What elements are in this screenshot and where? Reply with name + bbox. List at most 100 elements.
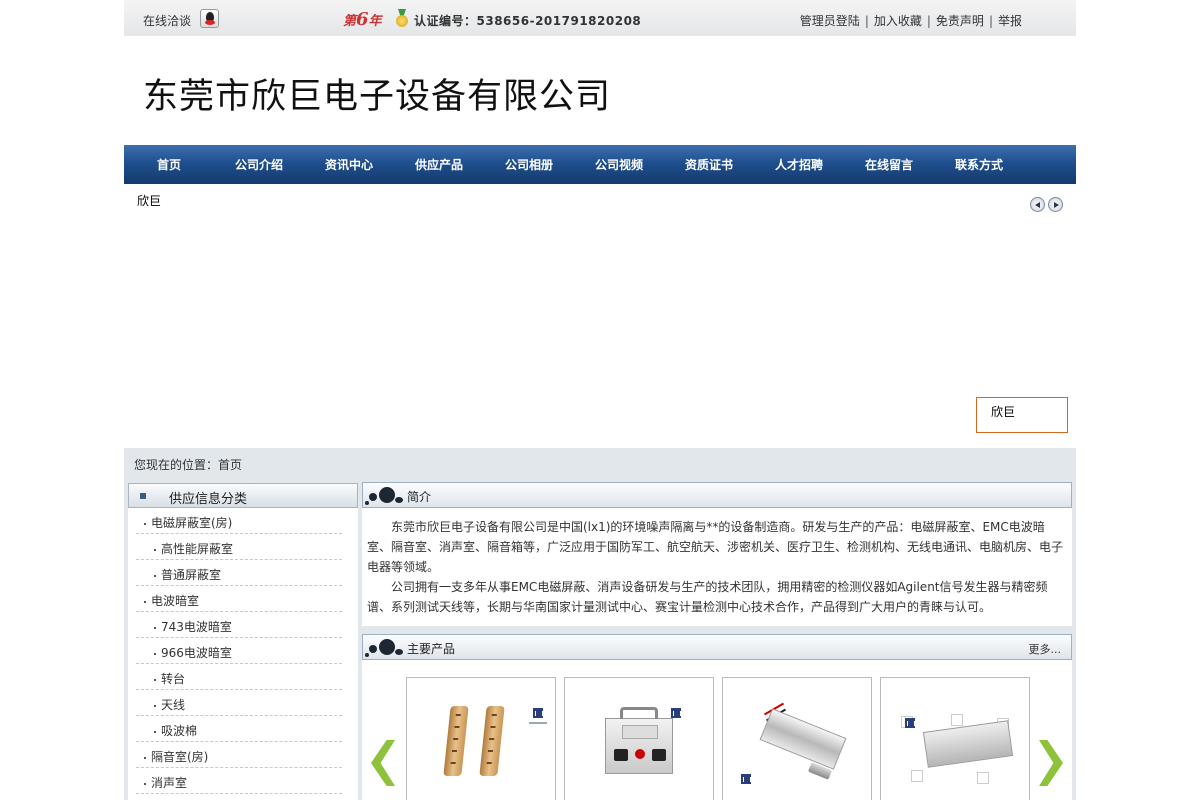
- watermark-icon: [977, 772, 989, 784]
- category-list: 电磁屏蔽室(房) 高性能屏蔽室 普通屏蔽室 电波暗室 743电波暗室 966电波…: [128, 508, 358, 800]
- company-title: 东莞市欣巨电子设备有限公司: [143, 77, 612, 117]
- category-sidebar-header: 供应信息分类: [128, 483, 358, 508]
- category-label: 743电波暗室: [161, 620, 232, 634]
- brand-logo-icon: [533, 708, 543, 718]
- category-label: 转台: [161, 672, 186, 686]
- sidebar-title: 供应信息分类: [169, 492, 248, 507]
- category-item[interactable]: 966电波暗室: [136, 638, 342, 664]
- category-item[interactable]: 吸波棉: [136, 716, 342, 742]
- product-image: [605, 707, 673, 774]
- nav-news[interactable]: 资讯中心: [304, 156, 394, 173]
- separator: |: [864, 14, 869, 28]
- product-image: [443, 706, 469, 776]
- nav-products[interactable]: 供应产品: [394, 156, 484, 173]
- brand-logo-icon: [905, 718, 915, 728]
- main-nav: 首页 公司介绍 资讯中心 供应产品 公司相册 公司视频 资质证书 人才招聘 在线…: [124, 145, 1076, 184]
- category-item[interactable]: 转台: [136, 664, 342, 690]
- square-bullet-icon: [140, 493, 146, 499]
- category-item[interactable]: 电磁屏蔽室(房): [136, 508, 342, 534]
- banner-next-icon[interactable]: [1048, 197, 1063, 212]
- bullet-icon: [144, 756, 146, 759]
- watermark-icon: [951, 714, 963, 726]
- floating-contact-box[interactable]: 欣巨: [976, 397, 1068, 433]
- carousel-next-icon[interactable]: [1039, 740, 1063, 786]
- category-label: 普通屏蔽室: [161, 568, 222, 582]
- nav-video[interactable]: 公司视频: [574, 156, 664, 173]
- intro-body: 东莞市欣巨电子设备有限公司是中国(lx1)的环境噪声隔离与**的设备制造商。研发…: [362, 508, 1072, 626]
- intro-title: 简介: [407, 490, 432, 504]
- product-card[interactable]: [880, 677, 1030, 800]
- year-number: 6: [356, 9, 369, 30]
- products-panel-header: 主要产品 更多...: [362, 634, 1072, 660]
- product-card[interactable]: [406, 677, 556, 800]
- bullet-icon: [154, 704, 156, 707]
- product-card[interactable]: [722, 677, 872, 800]
- category-item[interactable]: 消声室: [136, 768, 342, 794]
- product-image: [922, 720, 1014, 768]
- category-label: 高性能屏蔽室: [161, 542, 234, 556]
- nav-home[interactable]: 首页: [124, 156, 214, 173]
- bullet-icon: [144, 522, 146, 525]
- category-item[interactable]: 天线: [136, 690, 342, 716]
- disclaimer-link[interactable]: 免责声明: [936, 14, 984, 28]
- category-item[interactable]: 隔音室(房): [136, 742, 342, 768]
- category-label: 消声室: [151, 776, 188, 790]
- products-title: 主要产品: [407, 642, 456, 656]
- product-image: [759, 708, 847, 770]
- nav-about[interactable]: 公司介绍: [214, 156, 304, 173]
- nav-certificates[interactable]: 资质证书: [664, 156, 754, 173]
- add-favorite-link[interactable]: 加入收藏: [874, 14, 922, 28]
- bullet-icon: [154, 574, 156, 577]
- banner-caption: 欣巨: [137, 194, 162, 208]
- nav-jobs[interactable]: 人才招聘: [754, 156, 844, 173]
- qq-chat-icon[interactable]: [200, 9, 219, 28]
- bullet-icon: [154, 678, 156, 681]
- intro-panel-header: 简介: [362, 482, 1072, 508]
- category-item[interactable]: 743电波暗室: [136, 612, 342, 638]
- bullet-icon: [154, 548, 156, 551]
- medal-icon: [396, 9, 408, 27]
- banner-prev-icon[interactable]: [1030, 197, 1045, 212]
- nav-message[interactable]: 在线留言: [844, 156, 934, 173]
- watermark-icon: [911, 770, 923, 782]
- bullet-icon: [154, 626, 156, 629]
- ink-splat-icon: [365, 637, 405, 659]
- separator: |: [926, 14, 931, 28]
- intro-paragraph: 东莞市欣巨电子设备有限公司是中国(lx1)的环境噪声隔离与**的设备制造商。研发…: [367, 520, 1064, 574]
- brand-logo-icon: [741, 774, 751, 784]
- online-chat-link[interactable]: 在线洽谈: [143, 12, 191, 29]
- category-item[interactable]: 高性能屏蔽室: [136, 534, 342, 560]
- category-item[interactable]: 电波暗室: [136, 586, 342, 612]
- membership-year-badge: 第6年: [343, 9, 382, 30]
- intro-paragraph: 公司拥有一支多年从事EMC电磁屏蔽、消声设备研发与生产的技术团队，拥用精密的检测…: [367, 580, 1048, 614]
- breadcrumb: 您现在的位置：首页: [134, 458, 243, 472]
- brand-logo-icon: [529, 722, 547, 724]
- nav-contact[interactable]: 联系方式: [934, 156, 1024, 173]
- category-label: 电磁屏蔽室(房): [151, 516, 233, 530]
- category-label: 吸波棉: [161, 724, 198, 738]
- report-link[interactable]: 举报: [998, 14, 1022, 28]
- bullet-icon: [144, 600, 146, 603]
- ink-splat-icon: [365, 485, 405, 507]
- certification-number: 认证编号：538656-201791820208: [414, 14, 642, 28]
- product-image: [479, 706, 505, 776]
- nav-album[interactable]: 公司相册: [484, 156, 574, 173]
- category-label: 电波暗室: [151, 594, 200, 608]
- category-label: 隔音室(房): [151, 750, 209, 764]
- more-products-link[interactable]: 更多...: [1029, 641, 1062, 657]
- brand-logo-icon: [671, 708, 681, 718]
- category-item[interactable]: 普通屏蔽室: [136, 560, 342, 586]
- bullet-icon: [144, 782, 146, 785]
- year-prefix: 第: [343, 14, 357, 29]
- top-bar: 在线洽谈 第6年 认证编号：538656-201791820208 管理员登陆 |…: [124, 0, 1076, 36]
- top-links: 管理员登陆 | 加入收藏 | 免责声明 | 举报: [800, 12, 1022, 29]
- product-card[interactable]: [564, 677, 714, 800]
- category-label: 966电波暗室: [161, 646, 232, 660]
- separator: |: [988, 14, 993, 28]
- bullet-icon: [154, 730, 156, 733]
- floating-box-text: 欣巨: [991, 405, 1016, 419]
- bullet-icon: [154, 652, 156, 655]
- year-suffix: 年: [368, 14, 382, 29]
- admin-login-link[interactable]: 管理员登陆: [800, 14, 860, 28]
- carousel-prev-icon[interactable]: [371, 740, 395, 786]
